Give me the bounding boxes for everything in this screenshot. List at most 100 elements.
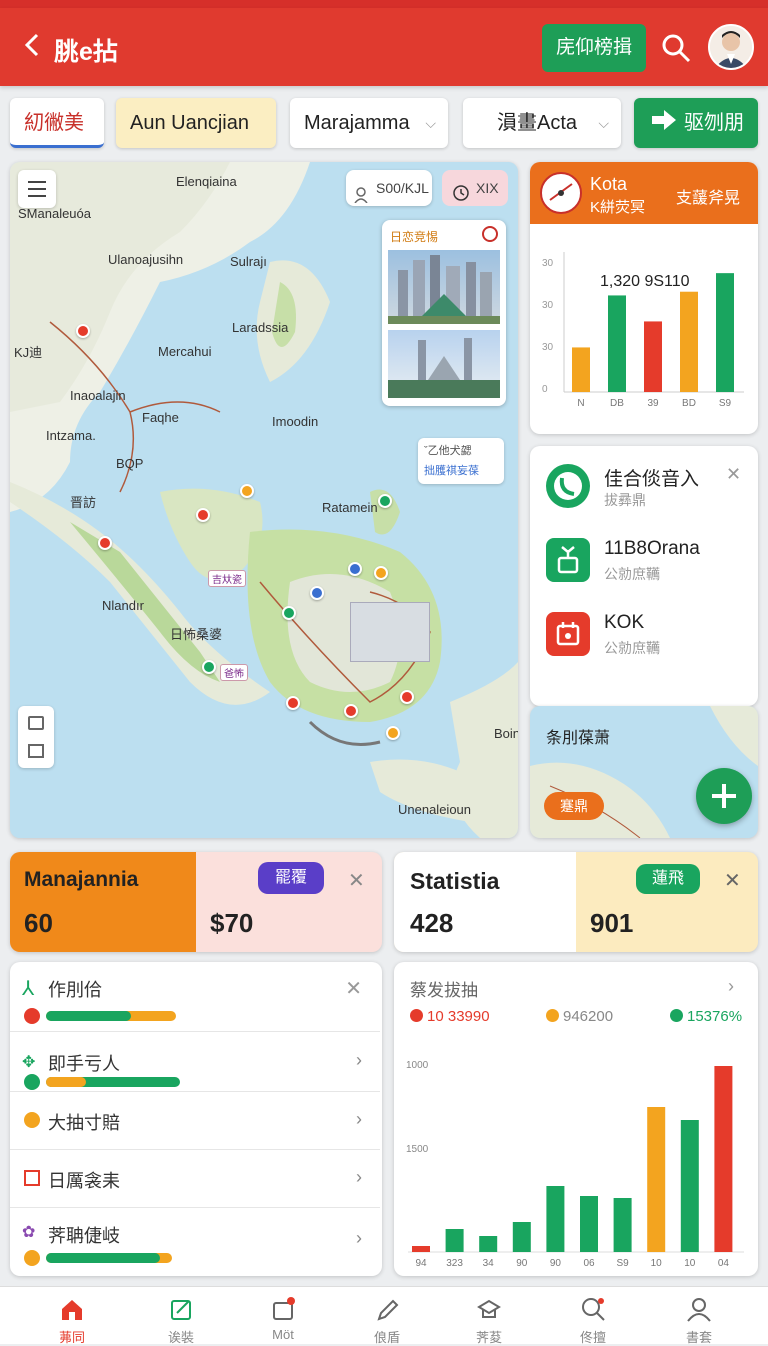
contact-item[interactable]: KOK 公勍庶韉 <box>546 606 756 662</box>
kota-action[interactable]: 支蘐斧晃 <box>676 184 740 208</box>
filter-dropdown-2[interactable]: 溳畫Acta ⌵ <box>463 98 621 148</box>
bar <box>608 295 626 392</box>
legend-dot <box>410 1009 423 1022</box>
map-pin[interactable] <box>76 324 90 338</box>
chart-title: 蔡发拔抽 <box>410 981 478 1000</box>
search-icon[interactable] <box>660 32 692 64</box>
filter-chip-2[interactable]: Aun Uancjian <box>116 98 276 148</box>
nav-item[interactable]: 佟擅 <box>548 1287 638 1345</box>
map-pin[interactable] <box>282 606 296 620</box>
contact-item[interactable]: 11B8Orana 公勍庶韉 <box>546 532 756 588</box>
filter-dropdown-1[interactable]: Marajamma ⌵ <box>290 98 448 148</box>
nav-item[interactable]: 荠荾 <box>444 1287 534 1345</box>
contact-item[interactable]: 佳合倓音入 拔彞鼎 <box>546 458 756 514</box>
nav-item[interactable]: 書套 <box>654 1287 744 1345</box>
contact-title: 佳合倓音入 <box>604 469 700 490</box>
home-icon <box>58 1295 86 1323</box>
chevron-right-icon[interactable]: › <box>356 1050 362 1071</box>
stat-card-left: Manajannia 60 罷覆 ✕ $70 <box>10 852 382 952</box>
bar <box>644 321 662 392</box>
plus-icon <box>712 784 736 808</box>
user-icon <box>354 180 368 216</box>
nav-item[interactable]: 茀同 <box>27 1287 117 1345</box>
gauge-icon <box>540 172 582 214</box>
y-tick-label: 30 <box>542 258 554 269</box>
list-item[interactable]: ⅄ 作刖佮 ✕ <box>10 962 380 1032</box>
add-button[interactable] <box>696 768 752 824</box>
x-tick-label: 323 <box>446 1258 463 1269</box>
map-photo-card[interactable]: 日恋竞惕 <box>382 220 506 406</box>
mini-map-button[interactable]: 蹇鼎 <box>544 792 604 820</box>
nav-item[interactable]: 俍盾 <box>342 1287 432 1345</box>
map-label: Mercahui <box>158 344 212 359</box>
map-pin[interactable] <box>240 484 254 498</box>
chart-annotation: 1,320 9S110 <box>600 273 690 290</box>
chevron-right-icon[interactable]: › <box>356 1109 362 1130</box>
filter-chip-1[interactable]: 糿徶美 <box>10 98 104 148</box>
stat-badge[interactable]: 蓮飛 <box>636 864 700 894</box>
map-pin[interactable] <box>202 660 216 674</box>
map-pin[interactable] <box>310 586 324 600</box>
map-pin[interactable] <box>348 562 362 576</box>
list-item[interactable]: ✿ 荠聃倢岐 › <box>10 1208 380 1276</box>
map-card[interactable]: Elenqiaina SManaleuóa Ulanoajusihn Sulra… <box>10 162 518 838</box>
checkbox-icon[interactable] <box>24 1170 40 1186</box>
map-pin[interactable] <box>386 726 400 740</box>
list-item[interactable]: 日厲衾耒 › <box>10 1150 380 1208</box>
map-timer-badge[interactable]: XIX <box>442 170 508 206</box>
contact-subtitle: 公勍庶韉 <box>604 640 660 656</box>
y-tick-label: 1500 <box>406 1144 429 1155</box>
clock-icon <box>452 179 470 215</box>
nav-item[interactable]: 诶裝 <box>136 1287 226 1345</box>
kota-title: Kota <box>590 174 628 194</box>
list-item[interactable]: 大抽寸賠 › <box>10 1092 380 1150</box>
close-icon[interactable] <box>482 226 498 242</box>
bar <box>512 1222 531 1252</box>
map-pin[interactable] <box>400 690 414 704</box>
go-button[interactable]: 驱刎朋 <box>634 98 758 148</box>
x-tick-label: BD <box>682 398 696 409</box>
list-item[interactable]: ✥ 即手亏人 › <box>10 1034 380 1092</box>
close-icon[interactable]: ✕ <box>724 868 741 893</box>
map-search-button[interactable]: S00/KJ​L <box>346 170 432 206</box>
map-label: 晋訪 <box>70 495 97 510</box>
map-search-label: S00/KJ​L <box>376 180 429 196</box>
legend-label: 15376% <box>687 1008 743 1025</box>
menu-icon[interactable] <box>18 170 56 208</box>
city-photo-1 <box>388 250 500 324</box>
list-item-label: 日厲衾耒 <box>48 1171 120 1191</box>
map-label: Nlandır <box>102 598 144 613</box>
map-pin[interactable] <box>98 536 112 550</box>
nav-item[interactable]: Möt <box>238 1287 328 1345</box>
map-pin[interactable] <box>374 566 388 580</box>
legend-item: 15376% <box>670 1008 742 1025</box>
close-icon[interactable]: ✕ <box>345 976 362 1001</box>
progress-fill <box>46 1077 86 1087</box>
y-tick-label: 0 <box>542 384 548 395</box>
map-label: Inaoalajin <box>70 388 126 403</box>
phone-icon <box>546 464 590 508</box>
avatar[interactable] <box>708 24 754 70</box>
header-action-button[interactable]: 庑仰榜揖 <box>542 24 646 72</box>
close-icon[interactable]: ✕ <box>348 868 365 893</box>
map-popup[interactable]: ˇ乙他犬勰 拙臒祺妄葆 <box>418 438 504 484</box>
map-layer-controls[interactable] <box>18 706 54 768</box>
bottom-nav: 茀同 诶裝 Möt 俍盾 荠荾 佟擅 書套 <box>0 1286 768 1345</box>
plant-icon <box>546 538 590 582</box>
x-tick-label: 04 <box>718 1258 730 1269</box>
chevron-right-icon[interactable]: › <box>356 1167 362 1188</box>
chevron-right-icon[interactable]: › <box>356 1228 362 1249</box>
contact-title: 11B8Orana <box>604 538 700 559</box>
chevron-right-icon[interactable]: › <box>728 976 734 997</box>
map-pin[interactable] <box>196 508 210 522</box>
contact-subtitle: 拔彞鼎 <box>604 492 646 508</box>
stat-badge[interactable]: 罷覆 <box>258 862 324 894</box>
map-pin[interactable] <box>286 696 300 710</box>
map-pin[interactable] <box>378 494 392 508</box>
search-icon <box>579 1295 607 1323</box>
square-icon[interactable] <box>28 744 44 758</box>
lock-icon[interactable] <box>28 716 44 730</box>
map-pin[interactable] <box>344 704 358 718</box>
back-icon[interactable] <box>18 30 48 60</box>
map-label: Ratamein <box>322 500 378 515</box>
